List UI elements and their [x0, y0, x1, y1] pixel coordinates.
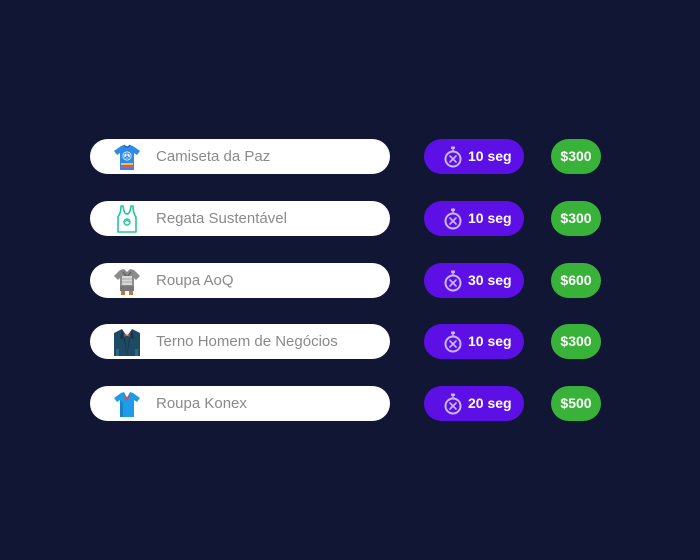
- time-badge: 30 seg: [424, 263, 524, 298]
- price-badge[interactable]: $300: [551, 324, 601, 359]
- time-badge: 10 seg: [424, 139, 524, 174]
- time-label: 10 seg: [468, 210, 512, 226]
- outfit-list: Camiseta da Paz 10 seg $300 Regata Suste…: [0, 0, 700, 560]
- list-item[interactable]: Roupa AoQ 30 seg $600: [0, 263, 700, 299]
- item-name: Roupa Konex: [156, 395, 247, 412]
- armor-outfit-icon: [112, 266, 142, 296]
- stopwatch-icon: [443, 208, 463, 230]
- time-badge: 20 seg: [424, 386, 524, 421]
- item-name: Terno Homem de Negócios: [156, 333, 338, 350]
- list-item[interactable]: Terno Homem de Negócios 10 seg $300: [0, 324, 700, 360]
- list-item[interactable]: Roupa Konex 20 seg $500: [0, 386, 700, 422]
- time-label: 20 seg: [468, 395, 512, 411]
- stopwatch-icon: [443, 270, 463, 292]
- time-label: 10 seg: [468, 333, 512, 349]
- item-pill[interactable]: Terno Homem de Negócios: [90, 324, 390, 359]
- time-label: 30 seg: [468, 272, 512, 288]
- time-label: 10 seg: [468, 148, 512, 164]
- item-pill[interactable]: Roupa Konex: [90, 386, 390, 421]
- item-name: Regata Sustentável: [156, 210, 287, 227]
- peace-tshirt-icon: [112, 142, 142, 172]
- item-name: Roupa AoQ: [156, 272, 234, 289]
- time-badge: 10 seg: [424, 324, 524, 359]
- tank-top-icon: [112, 204, 142, 234]
- stopwatch-icon: [443, 393, 463, 415]
- item-pill[interactable]: Regata Sustentável: [90, 201, 390, 236]
- item-pill[interactable]: Camiseta da Paz: [90, 139, 390, 174]
- item-name: Camiseta da Paz: [156, 148, 271, 165]
- price-badge[interactable]: $600: [551, 263, 601, 298]
- list-item[interactable]: Camiseta da Paz 10 seg $300: [0, 139, 700, 175]
- stopwatch-icon: [443, 331, 463, 353]
- business-suit-icon: [112, 327, 142, 357]
- item-pill[interactable]: Roupa AoQ: [90, 263, 390, 298]
- price-badge[interactable]: $300: [551, 139, 601, 174]
- stopwatch-icon: [443, 146, 463, 168]
- time-badge: 10 seg: [424, 201, 524, 236]
- blue-shirt-icon: [112, 389, 142, 419]
- list-item[interactable]: Regata Sustentável 10 seg $300: [0, 201, 700, 237]
- price-badge[interactable]: $300: [551, 201, 601, 236]
- price-badge[interactable]: $500: [551, 386, 601, 421]
